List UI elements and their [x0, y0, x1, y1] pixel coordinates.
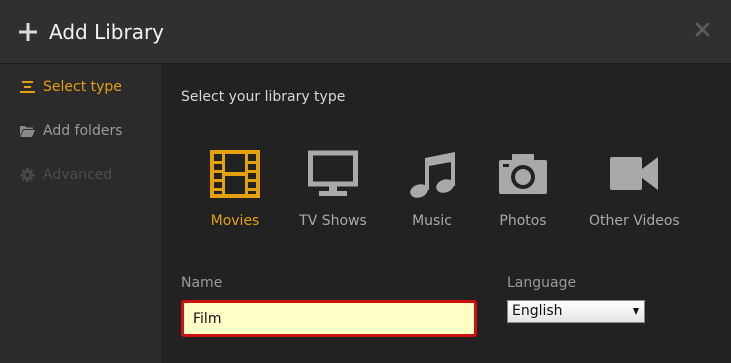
sidebar-item-label: Advanced	[43, 167, 113, 183]
type-option-movies[interactable]: Movies	[205, 150, 265, 230]
section-title: Select your library type	[181, 89, 346, 105]
type-option-photos[interactable]: Photos	[497, 150, 549, 230]
sidebar-item-label: Add folders	[43, 123, 123, 139]
type-label: Music	[412, 213, 452, 229]
library-name-input[interactable]	[181, 300, 477, 337]
video-camera-icon	[610, 157, 658, 190]
close-icon[interactable]	[694, 21, 711, 38]
type-label: Movies	[210, 213, 260, 229]
film-icon	[210, 150, 260, 198]
sidebar-item-add-folders[interactable]: Add folders	[0, 116, 161, 146]
camera-icon	[499, 154, 547, 194]
dialog-title: Add Library	[49, 20, 165, 44]
type-option-other-videos[interactable]: Other Videos	[589, 150, 680, 230]
type-label: Photos	[499, 213, 547, 229]
plus-icon	[19, 23, 37, 41]
language-select-value: English	[512, 303, 563, 319]
type-option-tv-shows[interactable]: TV Shows	[298, 150, 368, 230]
dialog-header: Add Library	[0, 0, 731, 64]
sidebar: Select type Add folders Advanced	[0, 64, 161, 363]
type-option-music[interactable]: Music	[407, 150, 457, 230]
add-library-dialog: Add Library Select type Add folders Adva…	[0, 0, 731, 363]
type-label: TV Shows	[299, 213, 367, 229]
type-label: Other Videos	[589, 213, 680, 229]
sidebar-item-advanced: Advanced	[0, 160, 161, 190]
language-label: Language	[507, 275, 577, 291]
sidebar-item-select-type[interactable]: Select type	[0, 72, 161, 102]
language-select[interactable]: English	[507, 300, 645, 323]
name-label: Name	[181, 275, 223, 291]
sidebar-item-label: Select type	[43, 79, 122, 95]
dropdown-arrow-icon	[633, 308, 639, 315]
tv-icon	[308, 150, 358, 196]
main-content: Select your library type Movies TV Shows…	[161, 64, 731, 363]
list-icon	[20, 81, 35, 93]
gear-icon	[20, 168, 35, 182]
music-note-icon	[410, 152, 455, 198]
folder-icon	[20, 126, 35, 137]
